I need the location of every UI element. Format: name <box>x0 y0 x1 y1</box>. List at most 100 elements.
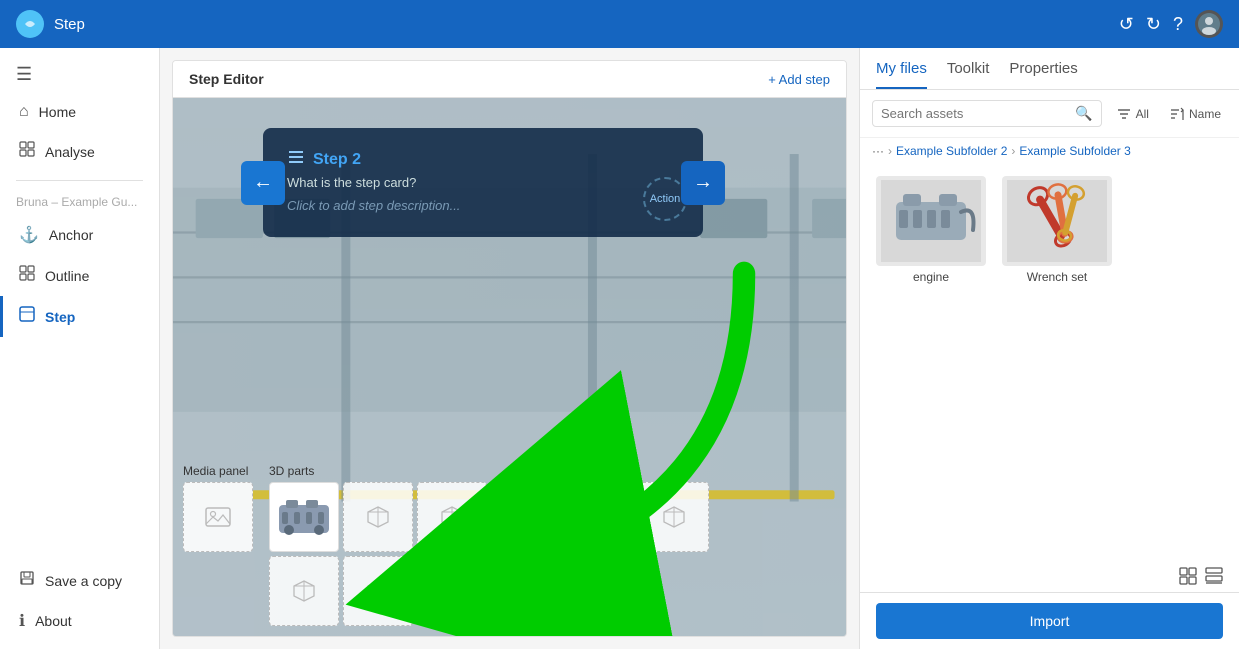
about-icon: ℹ <box>19 611 25 631</box>
outline-icon <box>19 265 35 286</box>
tab-properties-label: Properties <box>1009 60 1077 77</box>
tab-toolkit-label: Toolkit <box>947 60 990 77</box>
search-icon: 🔍 <box>1075 105 1092 122</box>
step-card: ← Step 2 What is the step card? Click to… <box>263 128 703 237</box>
sidebar-item-home-label: Home <box>39 104 76 120</box>
sidebar-divider <box>16 180 143 181</box>
editor-panel: Step Editor + Add step <box>172 60 847 637</box>
cube-placeholder-icon-7 <box>364 577 392 605</box>
asset-item-engine[interactable]: engine <box>876 176 986 284</box>
asset-item-wrench-set[interactable]: Wrench set <box>1002 176 1112 284</box>
topbar-actions: ↺ ↻ ? <box>1119 10 1223 38</box>
sidebar-user-label: Bruna – Example Gu... <box>0 189 159 215</box>
step-description[interactable]: Click to add step description... <box>287 198 679 213</box>
tab-toolkit[interactable]: Toolkit <box>947 60 990 89</box>
parts-cell-8[interactable] <box>343 556 413 626</box>
editor-canvas[interactable]: ← Step 2 What is the step card? Click to… <box>173 98 846 636</box>
step-nav-right[interactable]: → <box>681 161 725 205</box>
sidebar-menu-icon[interactable]: ☰ <box>0 56 159 93</box>
list-view-icon <box>1205 567 1223 585</box>
asset-thumb-engine <box>876 176 986 266</box>
sidebar-item-save-copy-label: Save a copy <box>45 573 122 589</box>
image-placeholder-icon <box>204 505 232 529</box>
editor-header: Step Editor + Add step <box>173 61 846 98</box>
help-icon[interactable]: ? <box>1173 14 1183 35</box>
engine-asset-icon <box>881 180 981 262</box>
search-input[interactable] <box>881 106 1071 121</box>
filter-button[interactable]: All <box>1110 102 1155 126</box>
grid-view-icon <box>1179 567 1197 585</box>
right-panel: My files Toolkit Properties 🔍 All <box>859 48 1239 649</box>
user-avatar[interactable] <box>1195 10 1223 38</box>
sort-button[interactable]: Name <box>1163 102 1227 126</box>
breadcrumb-sep-1: › <box>888 144 892 158</box>
app-logo <box>16 10 44 38</box>
search-box[interactable]: 🔍 <box>872 100 1102 127</box>
redo-icon[interactable]: ↻ <box>1146 14 1161 35</box>
main-layout: ☰ ⌂ Home Analyse Bruna – Example Gu... ⚓… <box>0 48 1239 649</box>
sidebar-item-step[interactable]: Step <box>0 296 159 337</box>
parts-3d-grid <box>269 482 709 626</box>
import-button[interactable]: Import <box>876 603 1223 639</box>
cube-placeholder-icon-4 <box>586 503 614 531</box>
breadcrumb: ··· › Example Subfolder 2 › Example Subf… <box>860 138 1239 164</box>
add-step-button[interactable]: + Add step <box>768 72 830 87</box>
asset-thumb-wrench-set <box>1002 176 1112 266</box>
step-nav-left[interactable]: ← <box>241 161 285 205</box>
content-area: Step Editor + Add step <box>160 48 859 649</box>
parts-cell-2[interactable] <box>343 482 413 552</box>
sort-icon <box>1169 106 1185 122</box>
undo-icon[interactable]: ↺ <box>1119 14 1134 35</box>
sidebar-item-home[interactable]: ⌂ Home <box>0 93 159 131</box>
wrench-set-asset-icon <box>1007 180 1107 262</box>
tab-properties[interactable]: Properties <box>1009 60 1077 89</box>
tab-my-files-label: My files <box>876 60 927 77</box>
asset-label-wrench-set: Wrench set <box>1027 270 1087 284</box>
step-subtitle: What is the step card? <box>287 175 679 190</box>
import-btn-row: Import <box>860 592 1239 649</box>
breadcrumb-folder2[interactable]: Example Subfolder 3 <box>1019 144 1130 158</box>
sidebar-item-analyse-label: Analyse <box>45 144 95 160</box>
sidebar-item-outline-label: Outline <box>45 268 89 284</box>
sidebar-item-about[interactable]: ℹ About <box>0 601 159 641</box>
bottom-panels: Media panel <box>183 464 709 626</box>
tab-my-files[interactable]: My files <box>876 60 927 89</box>
parts-cell-engine[interactable] <box>269 482 339 552</box>
parts-3d-section: 3D parts <box>269 464 709 626</box>
breadcrumb-folder1[interactable]: Example Subfolder 2 <box>896 144 1007 158</box>
media-panel-cell[interactable] <box>183 482 253 552</box>
home-icon: ⌂ <box>19 103 29 121</box>
breadcrumb-dots[interactable]: ··· <box>872 144 884 158</box>
media-panel-grid <box>183 482 253 552</box>
media-panel-section: Media panel <box>183 464 253 626</box>
parts-3d-label: 3D parts <box>269 464 709 478</box>
cube-placeholder-icon-6 <box>290 577 318 605</box>
parts-cell-7[interactable] <box>269 556 339 626</box>
step-icon <box>19 306 35 327</box>
sidebar-item-analyse[interactable]: Analyse <box>0 131 159 172</box>
parts-cell-6[interactable] <box>639 482 709 552</box>
parts-cell-4[interactable] <box>491 482 561 552</box>
cube-placeholder-icon <box>364 503 392 531</box>
parts-cell-3[interactable] <box>417 482 487 552</box>
sidebar-item-save-copy[interactable]: Save a copy <box>0 560 159 601</box>
sidebar-item-outline[interactable]: Outline <box>0 255 159 296</box>
cube-placeholder-icon-3 <box>512 503 540 531</box>
sidebar-item-step-label: Step <box>45 309 75 325</box>
step-action-label: Action <box>650 193 681 205</box>
filter-label: All <box>1136 107 1149 121</box>
engine-thumbnail-icon <box>274 490 334 545</box>
sidebar-item-anchor[interactable]: ⚓ Anchor <box>0 215 159 255</box>
sidebar-item-anchor-label: Anchor <box>49 227 93 243</box>
sidebar-item-about-label: About <box>35 613 72 629</box>
step-list-icon <box>287 148 305 171</box>
parts-cell-5[interactable] <box>565 482 635 552</box>
anchor-icon: ⚓ <box>19 225 39 245</box>
analyse-icon <box>19 141 35 162</box>
sort-label: Name <box>1189 107 1221 121</box>
right-panel-tabs: My files Toolkit Properties <box>860 48 1239 90</box>
list-view-button[interactable] <box>1201 564 1227 588</box>
media-panel-label: Media panel <box>183 464 253 478</box>
grid-view-button[interactable] <box>1175 564 1201 588</box>
editor-title: Step Editor <box>189 71 264 87</box>
